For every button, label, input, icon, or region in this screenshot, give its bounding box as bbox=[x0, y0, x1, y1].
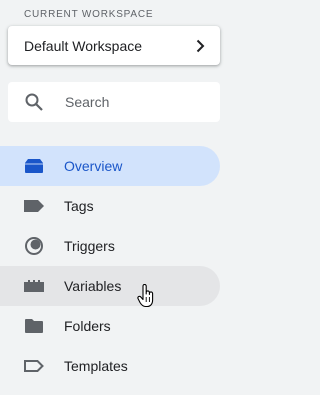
search-icon bbox=[24, 92, 44, 112]
chevron-right-icon bbox=[192, 38, 208, 54]
sidebar-item-label: Folders bbox=[64, 318, 111, 334]
search-input[interactable] bbox=[63, 93, 207, 111]
sidebar-item-tags[interactable]: Tags bbox=[0, 186, 220, 226]
search-box[interactable] bbox=[8, 82, 220, 122]
sidebar-item-label: Triggers bbox=[64, 238, 115, 254]
folder-icon bbox=[22, 314, 46, 338]
tag-icon bbox=[22, 194, 46, 218]
variables-icon bbox=[22, 274, 46, 298]
sidebar-item-triggers[interactable]: Triggers bbox=[0, 226, 220, 266]
workspace-selector[interactable]: Default Workspace bbox=[8, 26, 220, 65]
sidebar-item-overview[interactable]: Overview bbox=[0, 146, 220, 186]
sidebar-item-templates[interactable]: Templates bbox=[0, 346, 220, 386]
sidebar-item-label: Tags bbox=[64, 198, 94, 214]
workspace-section-label: CURRENT WORKSPACE bbox=[24, 9, 154, 20]
overview-icon bbox=[22, 154, 46, 178]
template-icon bbox=[22, 354, 46, 378]
sidebar-item-label: Overview bbox=[64, 158, 123, 174]
workspace-name: Default Workspace bbox=[24, 37, 143, 54]
sidebar-item-label: Variables bbox=[64, 278, 122, 294]
trigger-icon bbox=[22, 234, 46, 258]
sidebar-item-label: Templates bbox=[64, 358, 128, 374]
sidebar-nav: Overview Tags Triggers Variables Folders… bbox=[0, 146, 229, 386]
sidebar-item-folders[interactable]: Folders bbox=[0, 306, 220, 346]
sidebar-item-variables[interactable]: Variables bbox=[0, 266, 220, 306]
